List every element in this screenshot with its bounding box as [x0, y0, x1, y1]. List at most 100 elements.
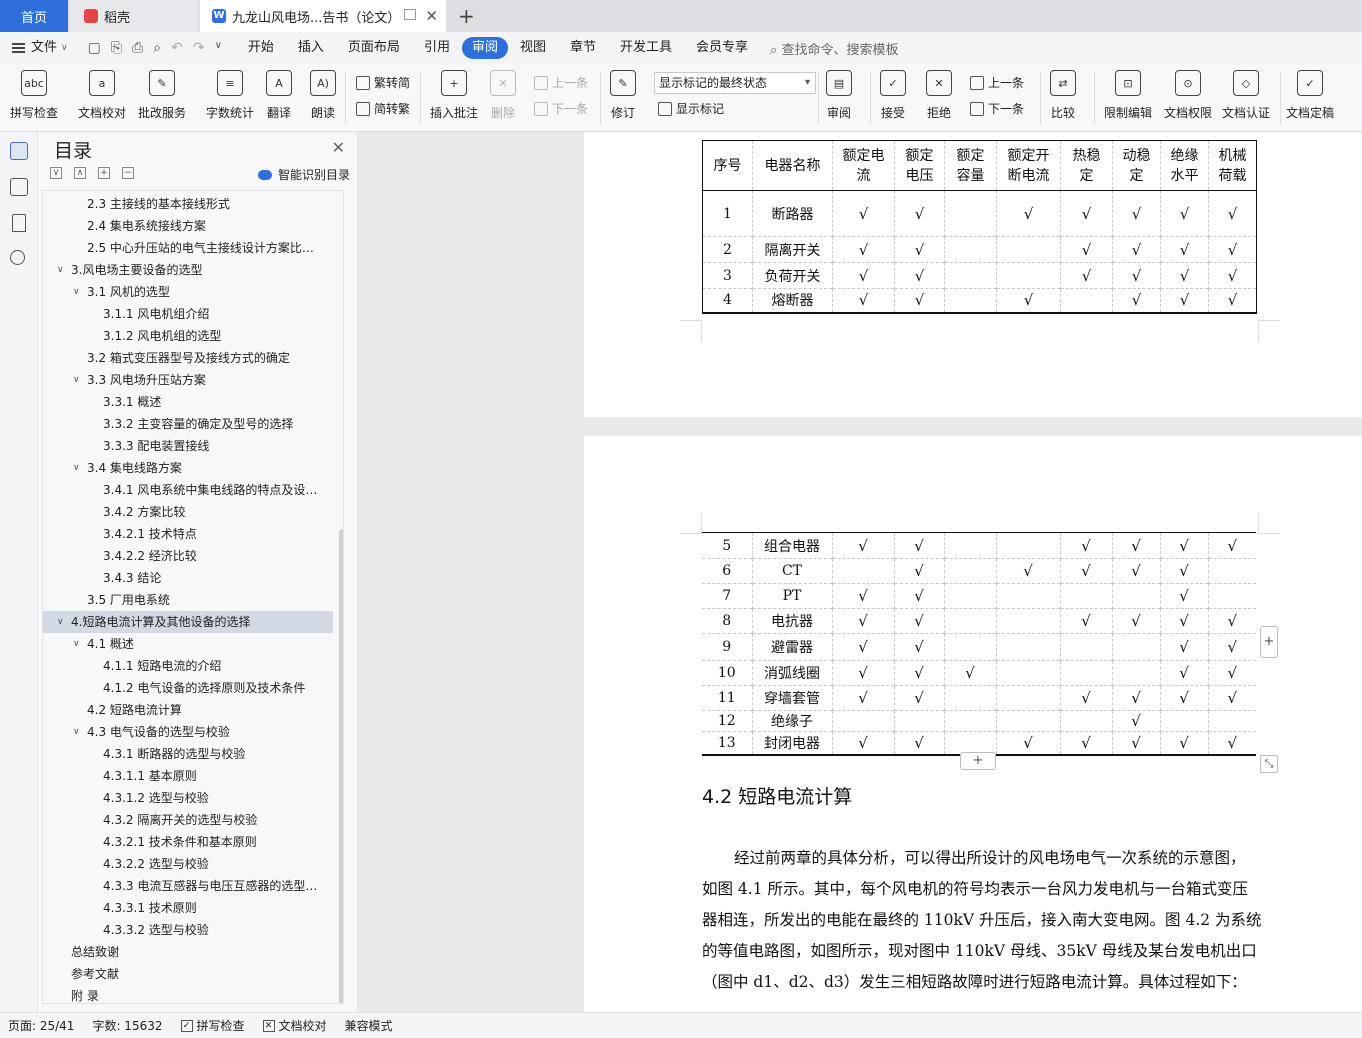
check-cell[interactable]: √	[1159, 685, 1208, 711]
check-cell[interactable]: √	[832, 190, 895, 237]
check-cell[interactable]	[943, 558, 996, 584]
check-cell[interactable]	[1207, 558, 1256, 584]
toc-item[interactable]: 3.4.2.2 经济比较	[43, 545, 333, 567]
toc-item[interactable]: ∨ 3.3 风电场升压站方案	[43, 369, 333, 391]
translate-button[interactable]: A 翻译	[266, 70, 292, 121]
check-cell[interactable]: √	[1059, 532, 1112, 559]
check-cell[interactable]: √	[1207, 532, 1256, 559]
insert-comment-button[interactable]: + 插入批注	[430, 70, 478, 121]
check-cell[interactable]: √	[1208, 190, 1257, 237]
save-icon[interactable]: ▢	[88, 40, 101, 56]
check-cell[interactable]: √	[996, 190, 1061, 237]
check-cell[interactable]: √	[1059, 558, 1112, 584]
tab-review[interactable]: 审阅	[461, 37, 508, 59]
check-cell[interactable]	[995, 583, 1060, 609]
check-cell[interactable]	[944, 190, 997, 237]
check-cell[interactable]: √	[1208, 236, 1257, 263]
tab-member[interactable]: 会员专享	[684, 37, 760, 59]
row-number[interactable]: 9	[702, 633, 752, 661]
equipment-name[interactable]: 负荷开关	[752, 262, 833, 289]
column-header[interactable]: 热稳定	[1060, 140, 1113, 191]
check-cell[interactable]: √	[831, 532, 894, 559]
equipment-name[interactable]: 组合电器	[751, 532, 832, 559]
next-comment-button[interactable]: 下一条	[534, 100, 588, 117]
toc-item[interactable]: 3.1.2 风电机组的选型	[43, 325, 333, 347]
doc-proofread-button[interactable]: a 文档校对	[78, 70, 126, 121]
toc-item[interactable]: 3.4.2 方案比较	[43, 501, 333, 523]
check-cell[interactable]: √	[1160, 190, 1209, 237]
check-cell[interactable]	[996, 236, 1061, 263]
toc-item[interactable]: 2.5 中心升压站的电气主接线设计方案比…	[43, 237, 333, 259]
remove-heading-icon[interactable]: −	[122, 167, 134, 179]
check-cell[interactable]: √	[1207, 660, 1256, 686]
column-header[interactable]: 机械 荷载	[1208, 140, 1257, 191]
toc-item[interactable]: ∨ 3.1 风机的选型	[43, 281, 333, 303]
check-cell[interactable]: √	[894, 190, 945, 237]
check-cell[interactable]: √	[1060, 262, 1113, 289]
check-cell[interactable]: √	[894, 288, 945, 313]
toc-item[interactable]: 4.1.2 电气设备的选择原则及技术条件	[43, 677, 333, 699]
toc-item[interactable]: 3.4.1 风电系统中集电线路的特点及设…	[43, 479, 333, 501]
toc-item[interactable]: 3.4.2.1 技术特点	[43, 523, 333, 545]
tab-references[interactable]: 引用	[412, 37, 462, 59]
toc-item[interactable]: ∨ 3.4 集电线路方案	[43, 457, 333, 479]
check-cell[interactable]	[943, 633, 996, 661]
collapse-all-icon[interactable]: ∨	[50, 167, 62, 179]
page-indicator[interactable]: 页面: 25/41	[8, 1017, 74, 1034]
check-cell[interactable]: √	[893, 608, 944, 634]
check-cell[interactable]	[1059, 710, 1112, 732]
review-pane-button[interactable]: ▤ 审阅	[826, 70, 852, 121]
equipment-name[interactable]: CT	[751, 558, 832, 584]
toc-item[interactable]: 附 录	[43, 985, 333, 1003]
check-cell[interactable]: √	[832, 236, 895, 263]
tab-view[interactable]: 视图	[508, 37, 558, 59]
check-cell[interactable]	[1059, 660, 1112, 686]
check-cell[interactable]: √	[1207, 633, 1256, 661]
check-cell[interactable]	[1060, 288, 1113, 313]
check-cell[interactable]	[1059, 633, 1112, 661]
table-resize-icon[interactable]: ⤡	[1260, 755, 1278, 773]
toc-item[interactable]: ∨ 4.短路电流计算及其他设备的选择	[43, 611, 333, 633]
check-cell[interactable]: √	[1111, 731, 1160, 755]
check-cell[interactable]	[944, 236, 997, 263]
tab-start[interactable]: 开始	[236, 37, 286, 59]
chevron-down-icon[interactable]: ∨	[73, 633, 80, 655]
check-cell[interactable]: √	[894, 262, 945, 289]
check-cell[interactable]: √	[831, 660, 894, 686]
status-proofread[interactable]: ✕ 文档校对	[262, 1017, 327, 1034]
search-icon[interactable]	[10, 250, 25, 265]
check-cell[interactable]	[943, 583, 996, 609]
check-cell[interactable]: √	[893, 633, 944, 661]
toc-item[interactable]: 3.5 厂用电系统	[43, 589, 333, 611]
equipment-name[interactable]: 熔断器	[752, 288, 833, 313]
check-cell[interactable]: √	[1159, 532, 1208, 559]
check-cell[interactable]: √	[1159, 731, 1208, 755]
check-cell[interactable]	[943, 685, 996, 711]
row-number[interactable]: 6	[702, 558, 752, 584]
toc-item[interactable]: 3.4.3 结论	[43, 567, 333, 589]
spell-check-button[interactable]: abc 拼写检查	[10, 70, 58, 121]
check-cell[interactable]: √	[1060, 236, 1113, 263]
customize-chevron-icon[interactable]: ∨	[215, 40, 222, 56]
row-number[interactable]: 2	[702, 236, 753, 263]
check-cell[interactable]: √	[1112, 236, 1161, 263]
toc-item[interactable]: 3.3.1 概述	[43, 391, 333, 413]
to-traditional-button[interactable]: 繁转简	[356, 74, 410, 91]
chevron-down-icon[interactable]: ∨	[73, 457, 80, 479]
next-change-button[interactable]: 下一条	[970, 100, 1024, 117]
check-cell[interactable]: √	[893, 532, 944, 559]
check-cell[interactable]: √	[995, 731, 1060, 755]
equipment-name[interactable]: 隔离开关	[752, 236, 833, 263]
row-number[interactable]: 3	[702, 262, 753, 289]
track-changes-button[interactable]: ✎ 修订	[610, 70, 636, 121]
check-cell[interactable]: √	[1111, 532, 1160, 559]
restrict-edit-button[interactable]: ⊡ 限制编辑	[1104, 70, 1152, 121]
check-cell[interactable]: √	[1059, 608, 1112, 634]
redo-icon[interactable]: ↷	[193, 40, 205, 56]
check-cell[interactable]	[831, 710, 894, 732]
check-cell[interactable]: √	[832, 288, 895, 313]
equipment-name[interactable]: PT	[751, 583, 832, 609]
word-count-indicator[interactable]: 字数: 15632	[92, 1017, 162, 1034]
delete-comment-button[interactable]: ✕ 删除	[490, 70, 516, 121]
check-cell[interactable]	[943, 608, 996, 634]
